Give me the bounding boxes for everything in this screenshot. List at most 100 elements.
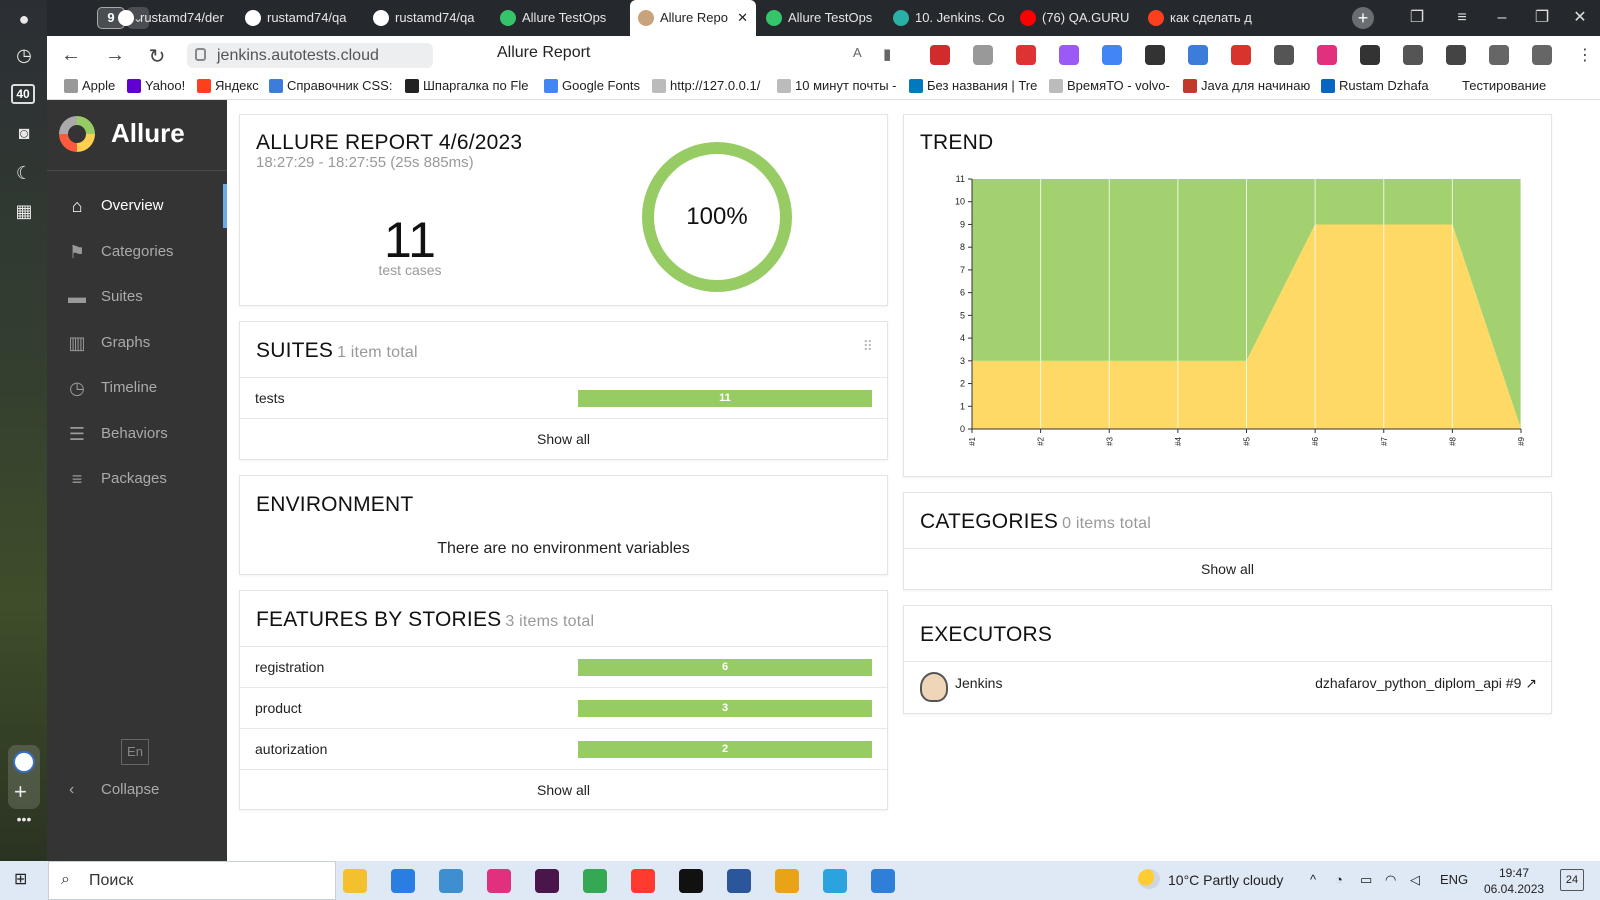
nav-item-behaviors[interactable]: ☰ Behaviors [47,412,227,456]
pinned-site-icon[interactable] [13,751,35,773]
taskbar-search-input[interactable]: ⌕ Поиск [48,861,336,900]
pen-icon[interactable] [1059,45,1079,65]
drag-handle-icon[interactable]: ⠿ [863,338,873,355]
bookmark-item[interactable]: Java для начинаю [1183,78,1310,93]
success-rate-donut[interactable]: 100% [642,142,792,292]
slack-icon[interactable] [535,869,559,893]
more-vertical-icon[interactable]: ⋮ [1575,45,1595,65]
browser-tab[interactable]: Allure Repo ✕ [630,0,756,36]
nav-item-graphs[interactable]: ▥ Graphs [47,321,227,365]
bookmark-item[interactable]: Яндекс [197,78,259,93]
wifi-icon[interactable]: ◠ [1385,872,1396,888]
executor-build-link[interactable]: dzhafarov_python_diplom_api #9 ↗ [1315,675,1537,692]
word-icon[interactable] [727,869,751,893]
shield-icon[interactable] [973,45,993,65]
close-tab-icon[interactable]: ✕ [737,0,748,36]
chrome-app-icon[interactable] [1188,45,1208,65]
bookmark-item[interactable]: Apple [64,78,115,93]
bookmark-item[interactable]: Без названия | Tre [909,78,1037,93]
bookmark-item[interactable]: Rustam Dzhafa [1321,78,1429,93]
download-icon[interactable] [1532,45,1552,65]
pin-icon[interactable] [1016,45,1036,65]
feature-row[interactable]: product 3 [240,687,887,728]
pycharm-icon[interactable] [679,869,703,893]
brave-icon[interactable] [1231,45,1251,65]
translate-ext-icon[interactable] [1489,45,1509,65]
translate-icon[interactable]: A [853,45,873,65]
gradient-icon[interactable] [1317,45,1337,65]
file-explorer-icon[interactable] [343,869,367,893]
moon-icon[interactable]: ☾ [11,160,37,186]
nav-item-timeline[interactable]: ◷ Timeline [47,366,227,410]
browser-tab[interactable]: как сделать д [1140,0,1266,36]
trend-chart[interactable]: 0 1 2 3 4 5 6 7 8 9 10 11 #1 #2 #3 #4 #5 #6 #7 #8 #9 [904,173,1553,473]
restore-button[interactable]: ❐ [1522,0,1562,36]
browser-tab[interactable]: rustamd74/der [110,0,236,36]
reload-button[interactable]: ↻ [145,44,169,69]
language-button[interactable]: En [121,739,149,765]
weather-widget[interactable]: 10°C Partly cloudy [1138,869,1283,889]
menu-icon[interactable]: ≡ [1442,0,1482,36]
network-icon[interactable]: ◔ [1335,872,1343,887]
notifications-button[interactable]: 24 [1560,869,1584,891]
history-icon[interactable]: ◷ [11,42,37,68]
snapshot-icon[interactable]: ◙ [11,120,37,146]
battery-icon[interactable]: ▭ [1360,872,1372,888]
azure-data-studio-icon[interactable] [871,869,895,893]
selenium-icon[interactable] [1360,45,1380,65]
mail-icon[interactable] [391,869,415,893]
system-clock[interactable]: 19:47 06.04.2023 [1484,865,1544,897]
close-window-button[interactable]: ✕ [1560,0,1600,36]
profile-icon[interactable]: ● [11,6,37,32]
categories-show-all[interactable]: Show all [904,548,1551,589]
browser-tab[interactable]: Allure TestOps [492,0,618,36]
dots-icon[interactable] [1102,45,1122,65]
nav-item-packages[interactable]: ≡ Packages [47,457,227,501]
feature-bar[interactable]: 2 [578,741,872,758]
bookmark-item[interactable]: ВремяТО - volvo- [1049,78,1170,93]
browser-tab[interactable]: rustamd74/qa [237,0,363,36]
photos-icon[interactable] [439,869,463,893]
suites-show-all[interactable]: Show all [240,418,887,459]
bookmark-item[interactable]: 10 минут почты - [777,78,897,93]
browser-tab[interactable]: (76) QA.GURU [1012,0,1138,36]
tab-manager-icon[interactable]: ❐ [1397,0,1437,36]
bookmark-item[interactable]: Yahoo! [127,78,185,93]
browser-tab[interactable]: rustamd74/qa [365,0,491,36]
add-site-icon[interactable]: + [14,781,27,803]
chrome-icon[interactable] [583,869,607,893]
back-button[interactable]: ← [59,44,83,67]
url-field[interactable]: jenkins.autotests.cloud [187,43,433,68]
copy-icon[interactable] [1446,45,1466,65]
browser-tab[interactable]: Allure TestOps [758,0,884,36]
bookmark-item[interactable]: Справочник CSS: [269,78,392,93]
more-icon[interactable]: ••• [11,806,37,832]
nav-item-suites[interactable]: ▬ Suites [47,275,227,319]
windows-start-icon[interactable]: ⊞ [14,871,32,889]
bookmark-item[interactable]: Тестирование [1444,78,1546,93]
nav-item-overview[interactable]: ⌂ Overview [47,184,227,228]
browser-tab[interactable]: 10. Jenkins. Co [885,0,1011,36]
volume-icon[interactable]: ◁ [1410,872,1420,888]
telegram-icon[interactable] [823,869,847,893]
new-tab-button[interactable]: + [1352,7,1374,29]
apps-grid-icon[interactable]: ▦ [11,198,37,224]
allure-logo-icon[interactable] [59,116,95,152]
bookmark-item[interactable]: http://127.0.0.1/ [652,78,760,93]
minimize-button[interactable]: – [1482,0,1522,36]
record-icon[interactable] [1274,45,1294,65]
adblock-icon[interactable] [930,45,950,65]
collapse-button[interactable]: ‹ Collapse [47,772,227,808]
input-language[interactable]: ENG [1440,872,1468,887]
bookmark-icon[interactable]: ▮ [883,45,903,65]
vpn-icon[interactable] [1403,45,1423,65]
bookmark-item[interactable]: Шпаргалка по Fle [405,78,528,93]
tabs-counter-badge[interactable]: 40 [11,84,35,104]
selenium-ide-icon[interactable] [1145,45,1165,65]
features-show-all[interactable]: Show all [240,769,887,810]
jetbrains-toolbox-icon[interactable] [487,869,511,893]
feature-row[interactable]: registration 6 [240,646,887,687]
suite-row[interactable]: tests 11 [240,377,887,418]
nav-item-categories[interactable]: ⚑ Categories [47,230,227,274]
feature-bar[interactable]: 6 [578,659,872,676]
